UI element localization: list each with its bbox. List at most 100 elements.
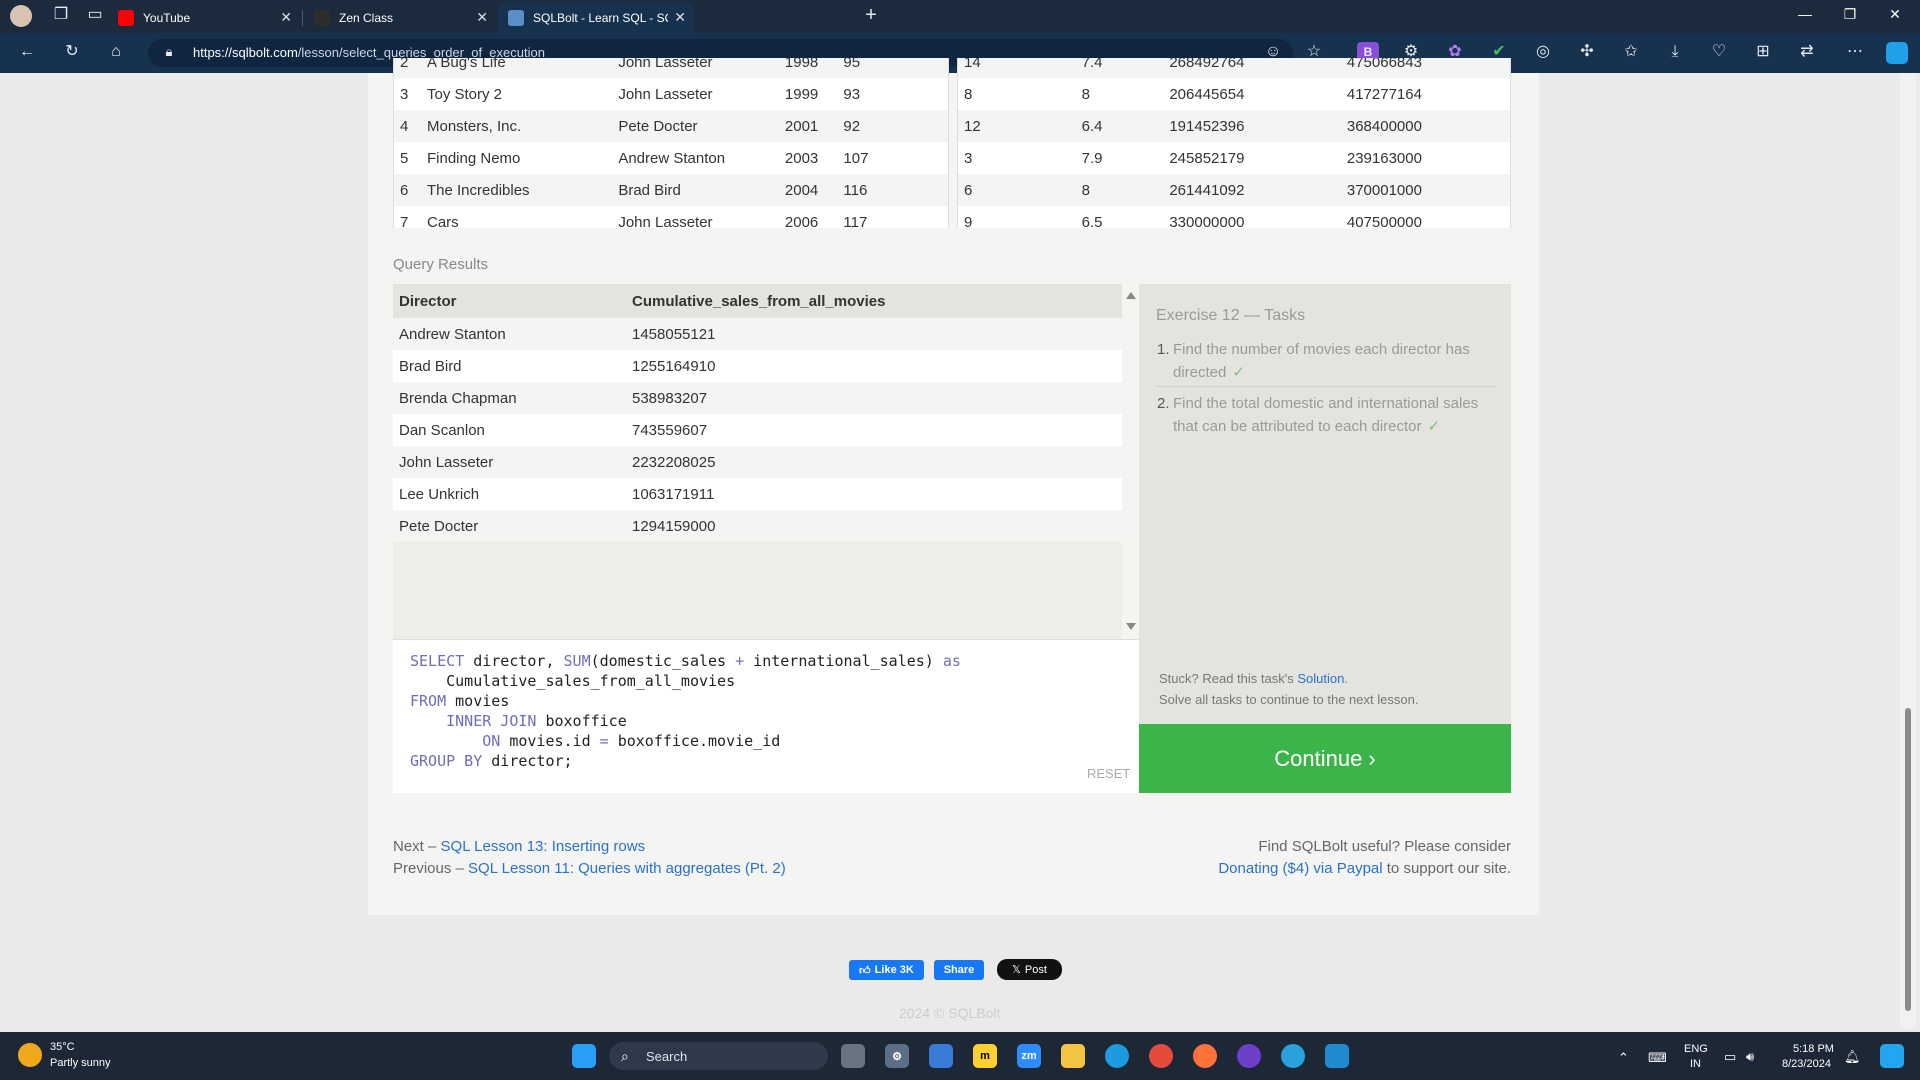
- copyright: 2024 © SQLBolt: [899, 1005, 1001, 1021]
- firefox-icon[interactable]: [1193, 1044, 1217, 1068]
- results-scrollbar[interactable]: [1122, 284, 1139, 639]
- zoom-icon[interactable]: zm: [1017, 1044, 1041, 1068]
- query-results-panel[interactable]: Director Cumulative_sales_from_all_movie…: [393, 284, 1139, 639]
- table-cell: 5: [394, 142, 421, 174]
- windows-start-icon[interactable]: [572, 1044, 596, 1068]
- vscode-icon[interactable]: [1325, 1044, 1349, 1068]
- telegram-icon[interactable]: [1281, 1044, 1305, 1068]
- next-prefix: Next –: [393, 838, 441, 855]
- sales-cell: 1458055121: [626, 318, 1122, 350]
- search-placeholder: Search: [646, 1049, 688, 1064]
- notification-bell-icon[interactable]: 🔔︎: [1844, 1049, 1861, 1065]
- close-icon[interactable]: ✕: [280, 9, 292, 26]
- donation-note: Find SQLBolt useful? Please consider Don…: [1218, 836, 1511, 880]
- table-cell: 14: [958, 58, 1076, 78]
- x-post-button[interactable]: 𝕏 Post: [997, 959, 1062, 980]
- table-row: Lee Unkrich 1063171911: [393, 478, 1122, 510]
- table-cell: 191452396: [1163, 110, 1341, 142]
- favorites-icon[interactable]: ✩: [1620, 42, 1642, 64]
- movies-table[interactable]: 2A Bug's Life John Lasseter 1998 95 3 Toy Sto…: [393, 58, 949, 228]
- miro-icon[interactable]: m: [973, 1044, 997, 1068]
- network-icon[interactable]: ▭: [1724, 1049, 1736, 1065]
- task-view-icon[interactable]: [841, 1044, 865, 1068]
- close-icon[interactable]: ✕: [476, 9, 488, 26]
- tasks-title: Exercise 12 — Tasks: [1156, 307, 1306, 324]
- new-tab-icon[interactable]: +: [860, 5, 882, 27]
- back-icon[interactable]: ←: [16, 42, 38, 64]
- facebook-share-button[interactable]: Share: [934, 960, 984, 980]
- collections-icon[interactable]: ⊞: [1752, 42, 1774, 64]
- tab-youtube[interactable]: YouTube ✕: [108, 3, 300, 33]
- performance-icon[interactable]: ♡: [1708, 42, 1730, 64]
- youtube-icon: [118, 10, 134, 26]
- workspaces-icon[interactable]: ❐: [50, 5, 72, 27]
- next-lesson-link[interactable]: SQL Lesson 13: Inserting rows: [441, 838, 646, 855]
- table-cell: 12: [958, 110, 1076, 142]
- tab-zen-class[interactable]: Zen Class ✕: [304, 3, 496, 33]
- like-label: Like 3K: [874, 964, 914, 976]
- table-cell: 7: [394, 206, 421, 228]
- restore-icon[interactable]: ❐: [1840, 6, 1860, 23]
- tab-title: YouTube: [143, 11, 191, 25]
- reset-button[interactable]: RESET: [1087, 766, 1130, 781]
- sql-keyword: SUM: [563, 652, 591, 670]
- continue-button[interactable]: Continue ›: [1139, 724, 1511, 793]
- downloads-icon[interactable]: ⤓: [1664, 42, 1686, 64]
- language-bottom[interactable]: IN: [1690, 1058, 1701, 1070]
- more-icon[interactable]: ⋯: [1844, 42, 1866, 64]
- page-scroll-thumb[interactable]: [1905, 708, 1911, 1011]
- volume-icon[interactable]: 🔊︎: [1746, 1049, 1754, 1065]
- table-cell: 268492764: [1163, 58, 1341, 78]
- keyboard-icon[interactable]: ⌨: [1648, 1050, 1667, 1066]
- share-label: Share: [943, 964, 975, 976]
- facebook-like-button[interactable]: 👍︎ Like 3K: [849, 960, 924, 980]
- extensions-puzzle-icon[interactable]: ✣: [1576, 42, 1598, 64]
- minimize-icon[interactable]: —: [1795, 6, 1815, 22]
- weather-desc: Partly sunny: [50, 1057, 111, 1069]
- table-row: John Lasseter 2232208025: [393, 446, 1122, 478]
- previous-lesson-link[interactable]: SQL Lesson 11: Queries with aggregates (…: [468, 860, 786, 877]
- copilot-taskbar-icon[interactable]: [1880, 1044, 1904, 1068]
- home-icon[interactable]: ⌂: [105, 42, 127, 64]
- scroll-up-icon[interactable]: [1126, 292, 1136, 299]
- stuck-hint: Stuck? Read this task's Solution. Solve …: [1159, 668, 1418, 710]
- file-explorer-icon[interactable]: [1061, 1044, 1085, 1068]
- share-icon[interactable]: ⇄: [1796, 42, 1818, 64]
- table-cell: 2001: [778, 110, 838, 142]
- copilot-icon[interactable]: [1886, 42, 1908, 64]
- director-cell: Brad Bird: [393, 350, 626, 382]
- taskbar-search[interactable]: [609, 1042, 828, 1070]
- tab-sqlbolt[interactable]: SQLBolt - Learn SQL - SQL Lesson ✕: [498, 3, 694, 33]
- profile-avatar[interactable]: [10, 5, 32, 27]
- edge-icon[interactable]: [1105, 1044, 1129, 1068]
- task-number: 2.: [1157, 395, 1170, 412]
- sql-editor[interactable]: SELECT director, SUM(domestic_sales + in…: [393, 639, 1139, 793]
- window-close-icon[interactable]: ✕: [1885, 6, 1905, 23]
- table-cell: 417277164: [1340, 78, 1510, 110]
- vertical-tabs-icon[interactable]: ▭: [84, 5, 106, 27]
- store-icon[interactable]: [929, 1044, 953, 1068]
- extension-circle-icon[interactable]: ◎: [1532, 42, 1554, 64]
- tray-chevron-icon[interactable]: ⌃: [1618, 1050, 1629, 1066]
- clock-time[interactable]: 5:18 PM: [1793, 1043, 1834, 1055]
- clock-date[interactable]: 8/23/2024: [1782, 1058, 1831, 1070]
- table-cell: 4: [394, 110, 421, 142]
- github-icon[interactable]: [1237, 1044, 1261, 1068]
- weather-icon[interactable]: [18, 1043, 42, 1067]
- scroll-down-icon[interactable]: [1126, 623, 1136, 630]
- task-number: 1.: [1157, 341, 1170, 358]
- donate-link[interactable]: Donating ($4) via Paypal: [1218, 860, 1382, 877]
- refresh-icon[interactable]: ↻: [61, 42, 83, 64]
- language-top[interactable]: ENG: [1684, 1043, 1708, 1055]
- table-row: 7 Cars John Lasseter 2006 117: [394, 206, 948, 228]
- x-logo-icon: 𝕏: [1012, 964, 1021, 976]
- boxoffice-table[interactable]: 14 7.4 268492764 475066843 8 8 206445654 417277…: [957, 58, 1511, 228]
- settings-icon[interactable]: ⚙: [885, 1044, 909, 1068]
- table-row: 4 Monsters, Inc. Pete Docter 2001 92: [394, 110, 948, 142]
- solution-link[interactable]: Solution: [1297, 671, 1344, 686]
- close-icon[interactable]: ✕: [674, 9, 686, 26]
- chrome-icon[interactable]: [1149, 1044, 1173, 1068]
- sales-cell: 1294159000: [626, 510, 1122, 542]
